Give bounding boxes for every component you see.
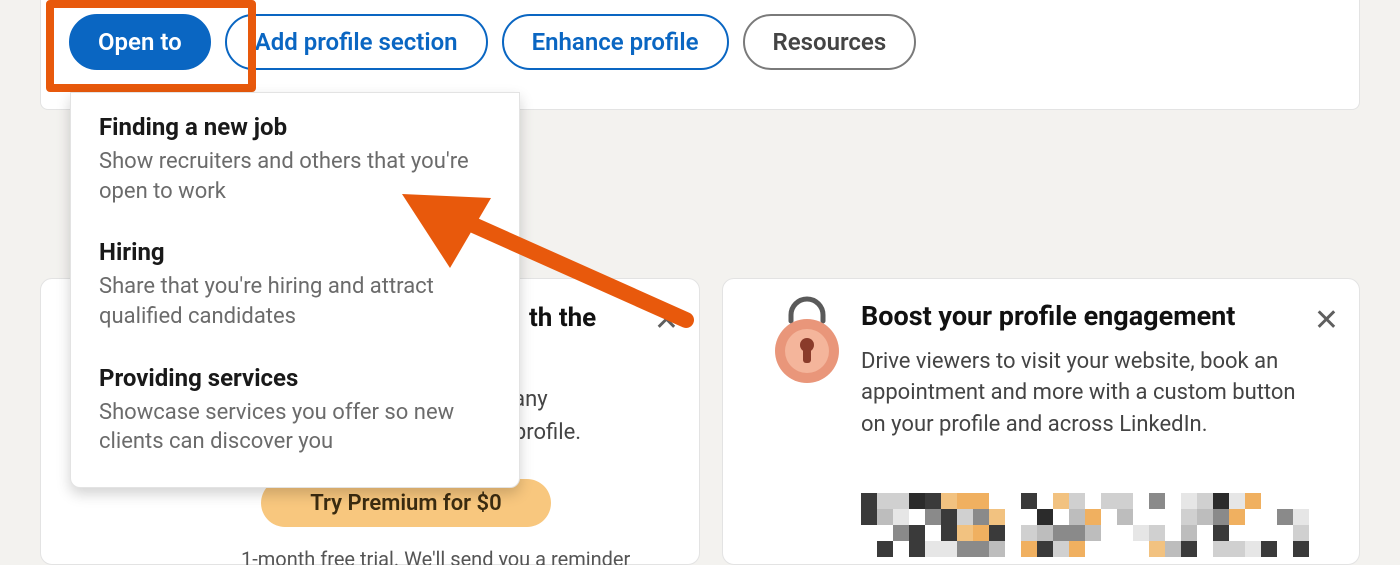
dropdown-item-title: Providing services xyxy=(99,364,491,392)
premium-card-sub-fragment: nany r profile. xyxy=(501,383,661,449)
engagement-card-desc: Drive viewers to visit your website, boo… xyxy=(861,346,1299,440)
add-profile-section-label: Add profile section xyxy=(255,28,458,56)
profile-action-row: Open to Add profile section Enhance prof… xyxy=(69,14,916,70)
page-root: Open to Add profile section Enhance prof… xyxy=(0,0,1400,565)
lock-icon xyxy=(765,291,849,391)
resources-label: Resources xyxy=(773,28,887,56)
open-to-label: Open to xyxy=(98,28,182,56)
redacted-region xyxy=(861,493,1321,553)
premium-card-title-fragment: th the xyxy=(529,303,639,334)
dropdown-item-desc: Show recruiters and others that you're o… xyxy=(99,147,491,206)
enhance-profile-button[interactable]: Enhance profile xyxy=(502,14,729,70)
close-icon[interactable]: ✕ xyxy=(654,303,679,338)
dropdown-item-desc: Share that you're hiring and attract qua… xyxy=(99,272,491,331)
open-to-button[interactable]: Open to xyxy=(69,14,211,70)
try-premium-label: Try Premium for $0 xyxy=(310,491,501,516)
close-icon[interactable]: ✕ xyxy=(1314,303,1339,338)
dropdown-item-title: Finding a new job xyxy=(99,113,491,141)
premium-trial-note: 1-month free trial. We'll send you a rem… xyxy=(241,547,630,565)
add-profile-section-button[interactable]: Add profile section xyxy=(225,14,488,70)
dropdown-item-finding-job[interactable]: Finding a new job Show recruiters and ot… xyxy=(71,97,519,222)
dropdown-item-hiring[interactable]: Hiring Share that you're hiring and attr… xyxy=(71,222,519,347)
dropdown-item-services[interactable]: Providing services Showcase services you… xyxy=(71,348,519,473)
engagement-card-title: Boost your profile engagement xyxy=(861,301,1299,332)
dropdown-item-desc: Showcase services you offer so new clien… xyxy=(99,398,491,457)
enhance-profile-label: Enhance profile xyxy=(532,28,699,56)
promo-card-engagement: ✕ Boost your profile engagement Drive vi… xyxy=(722,278,1360,565)
resources-button[interactable]: Resources xyxy=(743,14,917,70)
dropdown-item-title: Hiring xyxy=(99,238,491,266)
open-to-dropdown: Finding a new job Show recruiters and ot… xyxy=(70,92,520,488)
